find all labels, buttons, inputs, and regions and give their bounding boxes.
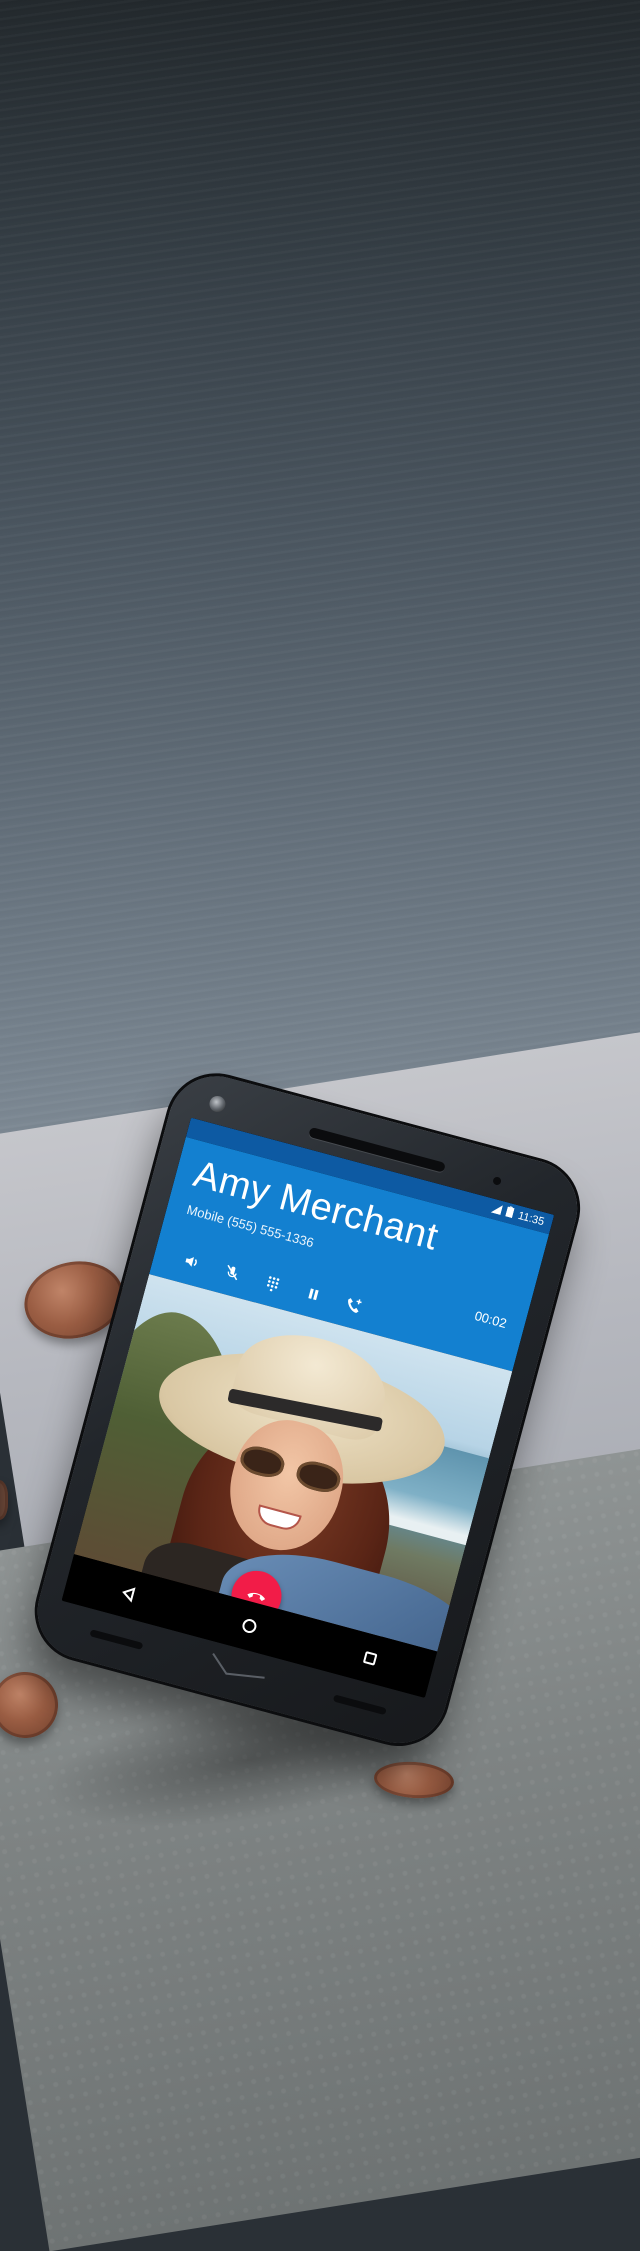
bottom-speaker-left	[89, 1629, 144, 1650]
back-icon	[121, 1587, 136, 1603]
recents-icon	[363, 1651, 378, 1666]
mute-button[interactable]	[213, 1255, 251, 1290]
status-time: 11:35	[516, 1209, 546, 1229]
home-icon	[242, 1619, 257, 1634]
mute-icon	[227, 1264, 238, 1281]
home-button[interactable]	[225, 1602, 274, 1651]
speaker-icon	[185, 1257, 197, 1267]
carrier-logo-icon	[204, 1649, 272, 1689]
add-call-button[interactable]	[335, 1288, 373, 1323]
add-call-icon	[348, 1298, 362, 1313]
hold-icon	[308, 1288, 319, 1301]
hold-button[interactable]	[294, 1277, 332, 1312]
call-timer: 00:02	[473, 1307, 509, 1331]
coin	[0, 1480, 8, 1520]
bottom-speaker-right	[332, 1694, 387, 1716]
front-camera-icon	[207, 1094, 228, 1114]
dialpad-icon	[266, 1276, 280, 1292]
battery-icon	[505, 1206, 515, 1221]
dialpad-button[interactable]	[254, 1266, 292, 1301]
speaker-button[interactable]	[173, 1244, 211, 1279]
proximity-sensor	[492, 1176, 502, 1186]
recents-button[interactable]	[346, 1634, 395, 1683]
back-button[interactable]	[104, 1569, 153, 1618]
signal-icon	[490, 1202, 504, 1217]
